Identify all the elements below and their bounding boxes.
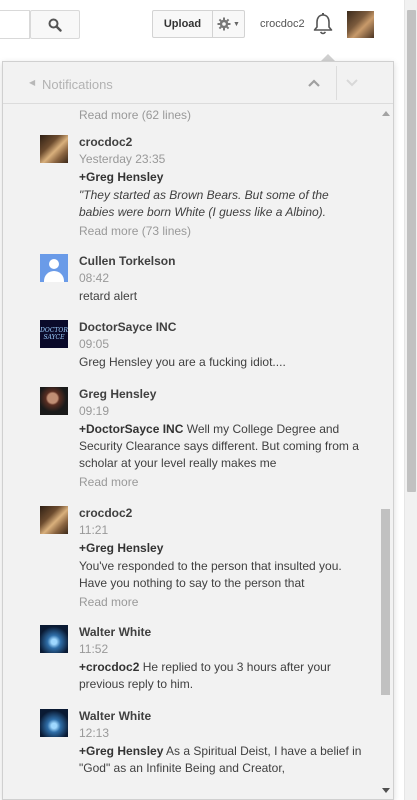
top-bar: Upload ▼ crocdoc2 [0,0,404,48]
read-more-link[interactable]: Read more [79,594,363,610]
notification-text: retard alert [79,289,138,303]
author-name[interactable]: crocdoc2 [79,134,363,151]
notifications-panel: ◀ Notifications Read more (62 lines) cro… [2,61,394,800]
read-more-link[interactable]: Read more (62 lines) [79,107,191,123]
notification-text: +Greg Hensley As a Spiritual Deist, I ha… [79,743,363,777]
chevron-up-icon [308,79,320,87]
avatar[interactable] [40,709,68,737]
notification-text: Greg Hensley you are a fucking idiot.... [79,355,286,369]
notification-body: Greg Hensley 09:19 +DoctorSayce INC Well… [79,386,363,490]
mention-link[interactable]: +Greg Hensley [79,744,163,758]
timestamp: Yesterday 23:35 [79,152,166,166]
read-more-link[interactable]: Read more [79,474,363,490]
notification-text: +Greg Hensley [79,540,363,557]
account-username[interactable]: crocdoc2 [260,18,305,30]
default-person-icon [49,259,59,269]
mention-link[interactable]: +Greg Hensley [79,170,163,184]
timestamp: 11:21 [79,523,109,537]
author-name[interactable]: crocdoc2 [79,505,363,522]
notification-body: Cullen Torkelson 08:42 retard alert [79,253,363,305]
message-text: You've responded to the person that insu… [79,559,342,590]
upload-button[interactable]: Upload [152,10,213,38]
author-name[interactable]: Walter White [79,624,363,641]
timestamp: 09:19 [79,404,110,418]
mention-link[interactable]: +crocdoc2 [79,660,139,674]
notification-text: +DoctorSayce INC Well my College Degree … [79,421,363,472]
gear-icon [217,17,231,31]
page-scrollbar[interactable] [404,0,417,800]
page-scrollbar-thumb[interactable] [407,10,416,492]
timestamp: 11:52 [79,642,109,656]
next-button[interactable] [341,72,363,94]
search-input[interactable] [0,10,30,39]
author-name[interactable]: Walter White [79,708,363,725]
scroll-down-icon[interactable] [382,788,390,793]
panel-title: Notifications [42,77,113,92]
notification-body: Walter White 11:52 +crocdoc2 He replied … [79,624,363,693]
quote-text: "They started as Brown Bears. But some o… [79,188,329,219]
mention-link[interactable]: +Greg Hensley [79,541,163,555]
avatar[interactable] [40,506,68,534]
notification-body: Walter White 12:13 +Greg Hensley As a Sp… [79,708,363,777]
feed-scrollbar[interactable] [379,107,392,797]
author-name[interactable]: DoctorSayce INC [79,319,363,336]
author-name[interactable]: Greg Hensley [79,386,363,403]
settings-button[interactable]: ▼ [212,10,245,38]
notification-text: "They started as Brown Bears. But some o… [79,187,363,221]
timestamp: 12:13 [79,726,110,740]
previous-button[interactable] [303,72,325,94]
avatar[interactable]: DOCTOR SAYCE [40,320,68,348]
back-arrow-icon[interactable]: ◀ [29,78,35,87]
notifications-bell-icon[interactable] [313,12,333,36]
mention-link[interactable]: +DoctorSayce INC [79,422,183,436]
account-avatar[interactable] [347,11,374,38]
notification-text: +crocdoc2 He replied to you 3 hours afte… [79,659,363,693]
search-icon [48,18,62,32]
avatar[interactable] [40,254,68,282]
notification-body: crocdoc2 11:21 +Greg Hensley You've resp… [79,505,363,610]
avatar[interactable] [40,135,68,163]
header-divider [336,66,337,100]
notification-body: crocdoc2 Yesterday 23:35 +Greg Hensley "… [79,134,363,239]
notifications-feed: Read more (62 lines) crocdoc2 Yesterday … [3,105,377,798]
chevron-down-icon: ▼ [233,20,240,28]
feed-scrollbar-thumb[interactable] [381,509,390,695]
scroll-up-icon[interactable] [382,111,390,116]
notification-text: +Greg Hensley [79,169,363,186]
timestamp: 08:42 [79,271,110,285]
author-name[interactable]: Cullen Torkelson [79,253,363,270]
avatar[interactable] [40,387,68,415]
timestamp: 09:05 [79,337,110,351]
notification-body: DoctorSayce INC 09:05 Greg Hensley you a… [79,319,363,371]
panel-header: ◀ Notifications [3,62,393,104]
read-more-link[interactable]: Read more (73 lines) [79,223,363,239]
chevron-down-icon [346,79,358,87]
avatar[interactable] [40,625,68,653]
search-button[interactable] [30,10,80,39]
